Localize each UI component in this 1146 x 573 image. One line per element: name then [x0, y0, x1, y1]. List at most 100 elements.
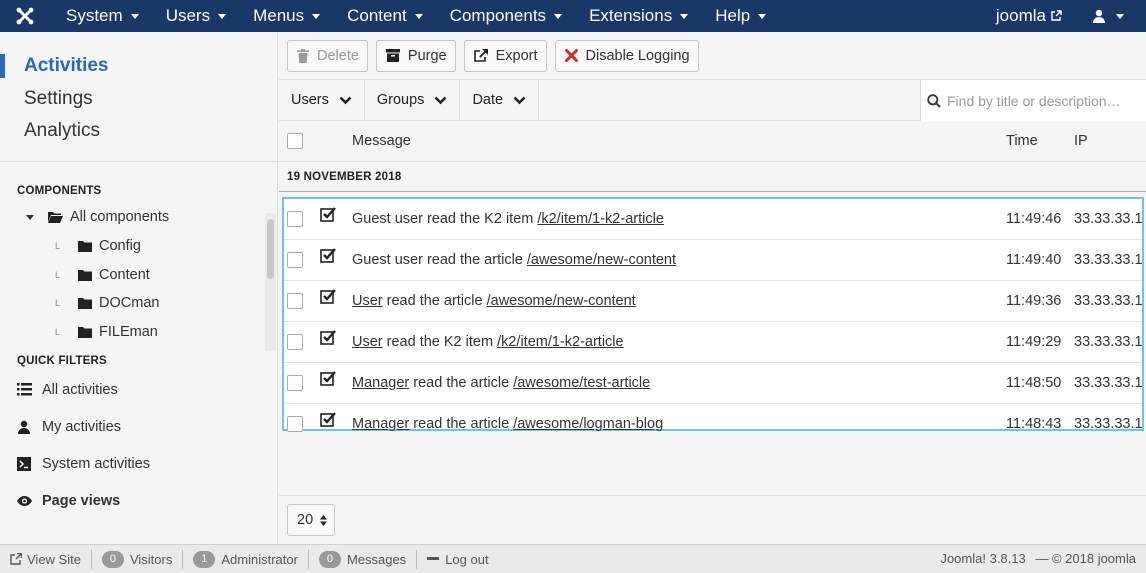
filter-bar: Users Groups Date	[279, 79, 1146, 121]
resource-link[interactable]: /k2/item/1-k2-article	[537, 211, 664, 227]
menu-components[interactable]: Components	[434, 0, 573, 32]
column-time[interactable]: Time	[1006, 133, 1038, 149]
date-group-title: 19 NOVEMBER 2018	[279, 162, 1146, 192]
status-label: Visitors	[129, 551, 173, 567]
nav-settings[interactable]: Settings	[0, 83, 277, 116]
resource-link[interactable]: /awesome/new-content	[527, 252, 676, 268]
quick-filter-system[interactable]: System activities	[0, 445, 277, 482]
chevron-down-icon	[435, 96, 447, 104]
filter-date[interactable]: Date	[460, 79, 540, 121]
row-checkbox[interactable]	[287, 334, 303, 350]
status-bar: View Site 0 Visitors 1 Administrator 0 M…	[0, 544, 1146, 573]
row-message: Manager read the article /awesome/test-a…	[352, 375, 650, 391]
app-window: System Users Menus Content Components Ex…	[0, 0, 1146, 573]
tree-item-config[interactable]: L Config	[0, 232, 277, 261]
row-time: 11:48:43	[1006, 416, 1062, 432]
menu-help[interactable]: Help	[699, 0, 777, 32]
resource-link[interactable]: /awesome/logman-blog	[513, 416, 663, 432]
purge-button[interactable]: Purge	[375, 39, 456, 72]
actor-link[interactable]: User	[352, 334, 383, 350]
version-text: Joomla! 3.8.13	[940, 551, 1026, 566]
tree-scrollbar-thumb[interactable]	[267, 219, 274, 279]
row-message: User read the article /awesome/new-conte…	[352, 293, 636, 309]
tree-label: Config	[99, 238, 141, 255]
row-checkbox[interactable]	[287, 211, 303, 227]
status-label: Administrator	[221, 551, 298, 567]
actor-link[interactable]: Manager	[352, 375, 409, 391]
tree-label: Content	[99, 266, 150, 283]
joomla-logo-icon[interactable]	[0, 0, 50, 32]
row-ip: 33.33.33.1	[1074, 211, 1143, 227]
filter-groups[interactable]: Groups	[365, 79, 461, 121]
components-tree: All components L Config L Content L DOCm…	[0, 203, 277, 353]
column-ip[interactable]: IP	[1074, 133, 1088, 149]
copyright-text: — © 2018 joomla	[1035, 551, 1136, 566]
search-input[interactable]	[947, 92, 1133, 109]
row-checkbox[interactable]	[287, 293, 303, 309]
disable-logging-button[interactable]: Disable Logging	[554, 39, 699, 72]
menu-users[interactable]: Users	[150, 0, 237, 32]
menu-content[interactable]: Content	[331, 0, 434, 32]
check-square-icon	[320, 207, 336, 222]
check-square-icon	[320, 248, 336, 263]
button-label: Purge	[407, 47, 447, 64]
messages-status[interactable]: 0 Messages	[309, 549, 418, 569]
tree-item-docman[interactable]: L DOCman	[0, 289, 277, 318]
caret-down-icon[interactable]	[26, 214, 34, 220]
folder-open-icon	[48, 212, 63, 224]
actor-link[interactable]: Manager	[352, 416, 409, 432]
check-square-icon	[320, 371, 336, 386]
quick-filter-my[interactable]: My activities	[0, 408, 277, 445]
delete-button[interactable]: Delete	[287, 39, 368, 72]
user-menu[interactable]	[1092, 9, 1124, 23]
row-checkbox[interactable]	[287, 252, 303, 268]
menu-menus[interactable]: Menus	[237, 0, 331, 32]
close-icon	[564, 49, 578, 62]
menu-label: Components	[449, 6, 547, 25]
folder-icon	[78, 241, 93, 253]
site-link[interactable]: joomla	[996, 6, 1062, 26]
pagination-bar: 20	[279, 495, 1146, 544]
row-time: 11:49:46	[1006, 211, 1062, 227]
footer-version: Joomla! 3.8.13 — © 2018 joomla	[940, 551, 1136, 566]
archive-icon	[385, 49, 400, 62]
table-row: User read the K2 item /k2/item/1-k2-arti…	[284, 322, 1143, 363]
menu-system[interactable]: System	[50, 0, 150, 32]
sidebar-nav: Activities Settings Analytics	[0, 32, 277, 162]
table-header: Message Time IP	[279, 121, 1146, 162]
caret-down-icon	[414, 13, 423, 19]
menu-extensions[interactable]: Extensions	[573, 0, 699, 32]
tree-item-fileman[interactable]: L FILEman	[0, 318, 277, 347]
limit-value: 20	[297, 512, 314, 528]
export-button[interactable]: Export	[463, 39, 547, 72]
action-text: read the K2 item	[422, 211, 538, 227]
nav-analytics[interactable]: Analytics	[0, 115, 277, 148]
nav-activities[interactable]: Activities	[0, 50, 277, 83]
table-row: Manager read the article /awesome/logman…	[284, 404, 1143, 445]
limit-select[interactable]: 20	[287, 504, 335, 536]
visitors-status[interactable]: 0 Visitors	[92, 549, 184, 569]
action-text: read the article	[422, 252, 527, 268]
quick-filter-page-views[interactable]: Page views	[0, 482, 277, 519]
administrator-status[interactable]: 1 Administrator	[183, 549, 309, 569]
quick-filter-all[interactable]: All activities	[0, 371, 277, 408]
row-checkbox[interactable]	[287, 416, 303, 432]
filter-users[interactable]: Users	[279, 79, 365, 121]
caret-down-icon	[680, 13, 689, 19]
row-time: 11:48:50	[1006, 375, 1062, 391]
tree-line-icon: L	[55, 298, 61, 309]
tree-item-all-components[interactable]: All components	[0, 203, 277, 232]
logout-link[interactable]: Log out	[417, 550, 498, 569]
column-message[interactable]: Message	[352, 133, 411, 149]
resource-link[interactable]: /awesome/test-article	[513, 375, 650, 391]
select-all-checkbox[interactable]	[287, 133, 303, 149]
resource-link[interactable]: /k2/item/1-k2-article	[497, 334, 624, 350]
view-site-link[interactable]: View Site	[0, 549, 92, 569]
status-label: View Site	[27, 551, 81, 567]
quick-filter-label: My activities	[42, 418, 121, 435]
button-label: Export	[495, 47, 538, 64]
resource-link[interactable]: /awesome/new-content	[487, 293, 636, 309]
tree-item-content[interactable]: L Content	[0, 260, 277, 289]
row-checkbox[interactable]	[287, 375, 303, 391]
actor-link[interactable]: User	[352, 293, 383, 309]
